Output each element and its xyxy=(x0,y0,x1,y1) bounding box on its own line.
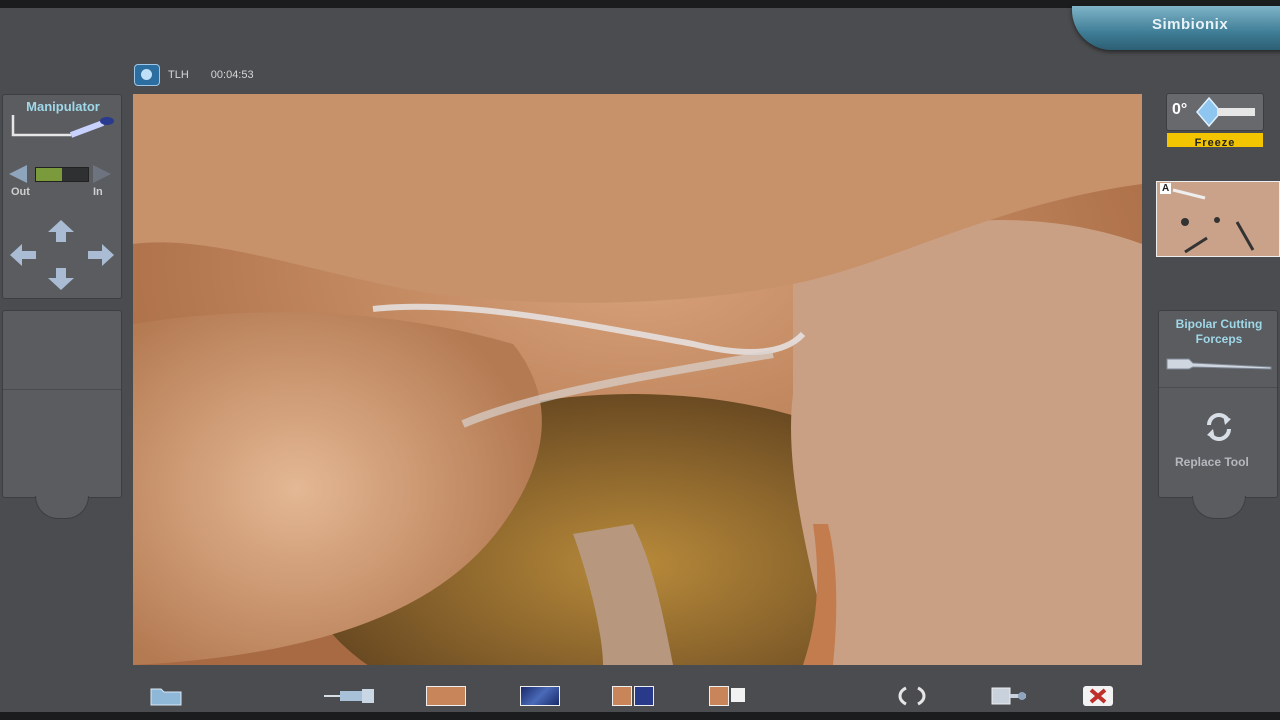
left-slot-divider xyxy=(3,389,121,390)
right-arrow-icon xyxy=(88,244,114,266)
out-label: Out xyxy=(11,186,30,198)
left-arrow-icon xyxy=(10,244,36,266)
zoom-out-button[interactable] xyxy=(9,165,27,183)
reset-icon xyxy=(898,686,926,706)
manipulator-tool-icon xyxy=(11,115,114,138)
left-tool-slot[interactable] xyxy=(2,310,122,498)
left-tool-slot-tab[interactable] xyxy=(35,496,89,519)
status-bar: TLH 00:04:53 xyxy=(134,64,254,86)
camera-view-button[interactable] xyxy=(426,684,466,708)
tool-name: Bipolar Cutting Forceps xyxy=(1175,317,1263,346)
zoom-level-bar[interactable] xyxy=(35,167,89,182)
syringe-tool-icon xyxy=(324,689,374,703)
scope-angle-icon[interactable] xyxy=(1195,96,1259,128)
replace-icon xyxy=(1207,413,1231,441)
camera-angle-value: 0° xyxy=(1172,101,1188,118)
tool-divider xyxy=(1159,387,1277,388)
in-label: In xyxy=(93,186,103,198)
reset-button[interactable] xyxy=(894,684,930,708)
brand-logo: Simbionix xyxy=(1072,6,1280,50)
folder-button[interactable] xyxy=(148,684,184,708)
brand-name: Simbionix xyxy=(1152,16,1229,33)
zoom-level-fill xyxy=(36,168,62,181)
close-button[interactable] xyxy=(1080,684,1116,708)
syringe-tool-button[interactable] xyxy=(322,684,378,708)
down-arrow-icon xyxy=(48,268,74,290)
camera-angle-panel: 0° xyxy=(1166,93,1264,131)
up-arrow-button[interactable] xyxy=(47,219,75,243)
camera-view-icon xyxy=(426,686,466,706)
zoom-in-button[interactable] xyxy=(93,165,111,183)
exit-tool-icon xyxy=(991,687,1026,705)
replace-tool-label: Replace Tool xyxy=(1175,455,1249,469)
split-view-icon xyxy=(612,686,654,706)
video-view-button[interactable] xyxy=(520,684,560,708)
folder-icon xyxy=(150,688,182,706)
left-arrow-button[interactable] xyxy=(9,243,37,267)
instrument-map[interactable]: A xyxy=(1156,181,1280,257)
freeze-button[interactable]: Freeze xyxy=(1167,133,1263,149)
right-arrow-button[interactable] xyxy=(87,243,115,267)
split-view-button[interactable] xyxy=(612,684,654,708)
right-tool-slot-tab[interactable] xyxy=(1192,496,1246,519)
up-arrow-icon xyxy=(48,220,74,242)
dual-view-button[interactable] xyxy=(706,684,748,708)
bipolar-forceps-icon xyxy=(1166,358,1272,370)
freeze-label: Freeze xyxy=(1194,137,1236,149)
video-view-icon xyxy=(520,686,560,706)
manipulator-panel: Manipulator Out In xyxy=(2,94,122,299)
timer: 00:04:53 xyxy=(210,69,254,81)
tissue-scene xyxy=(133,94,1142,665)
replace-tool-button[interactable]: Replace Tool xyxy=(1169,411,1267,471)
map-instruments-icon xyxy=(1172,188,1255,254)
map-marker-label: A xyxy=(1160,183,1172,194)
bottom-frame xyxy=(0,712,1280,720)
tool-panel: Bipolar Cutting Forceps Replace Tool xyxy=(1158,310,1278,498)
close-icon xyxy=(1083,686,1113,706)
procedure-name: TLH xyxy=(168,69,189,81)
dual-view-icon xyxy=(709,686,745,706)
exit-tool-button[interactable] xyxy=(990,684,1030,708)
down-arrow-button[interactable] xyxy=(47,267,75,291)
procedure-icon[interactable] xyxy=(134,64,160,86)
endoscope-view[interactable] xyxy=(133,94,1142,665)
